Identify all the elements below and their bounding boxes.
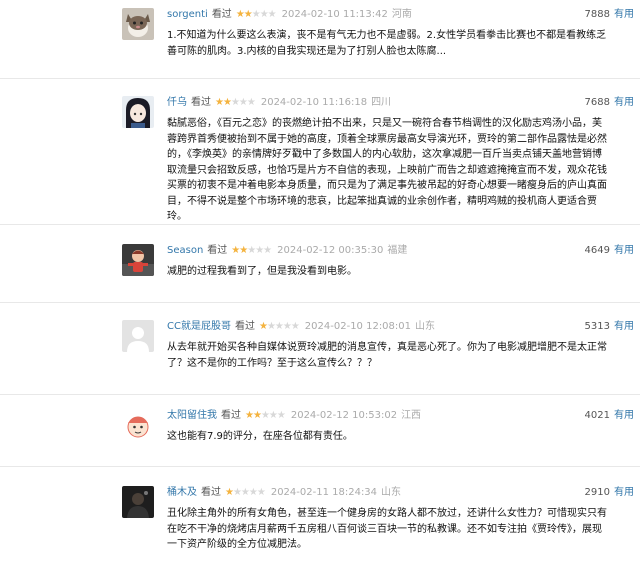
review-meta: 桶木及 看过 ★★★★★ 2024-02-11 18:24:34 山东 <box>167 486 401 500</box>
review-location: 河南 <box>391 9 412 20</box>
cartoon-doll-avatar-icon[interactable] <box>122 244 154 276</box>
useful-button[interactable]: 有用 <box>614 97 634 108</box>
useful-button[interactable]: 有用 <box>614 9 634 20</box>
review-meta: Season 看过 ★★★★★ 2024-02-12 00:35:30 福建 <box>167 244 407 258</box>
dark-photo-avatar-icon[interactable] <box>122 486 154 518</box>
review-text: 从去年就开始买各种自媒体说贾玲减肥的消息宣传，真是恶心死了。你为了电影减肥增肥不… <box>167 342 607 369</box>
rating-stars: ★★★★★ <box>225 487 266 498</box>
useful-button[interactable]: 有用 <box>614 410 634 421</box>
rating-stars: ★★★★★ <box>258 321 300 332</box>
watched-label: 看过 <box>201 487 221 498</box>
review-text: 减肥的过程我看到了，但是我没看到电影。 <box>167 266 357 277</box>
rating-stars: ★★★★★ <box>231 245 272 256</box>
review-time: 2024-02-12 10:53:02 <box>290 410 398 421</box>
review-text: 丑化除主角外的所有女角色，甚至连一个健身房的女路人都不放过，还讲什么女性力？可惜… <box>167 508 607 550</box>
anime-girl-avatar-icon[interactable] <box>122 96 154 128</box>
review-location: 山东 <box>415 321 436 332</box>
vote-box: 4649 有用 <box>585 244 634 258</box>
useful-button[interactable]: 有用 <box>614 321 634 332</box>
rating-stars: ★★★★★ <box>215 97 256 108</box>
username-link[interactable]: 仟乌 <box>167 96 187 110</box>
vote-count: 2910 <box>584 487 610 498</box>
useful-button[interactable]: 有用 <box>614 487 634 498</box>
watched-label: 看过 <box>221 410 241 421</box>
vote-box: 7888 有用 <box>585 8 634 22</box>
vote-count: 7688 <box>584 97 610 108</box>
review-text: 1.不知道为什么要这么表演，丧不是有气无力也不是虚弱。2.女性学员看拳击比赛也不… <box>167 30 607 57</box>
review-meta: CC就是屁股哥 看过 ★★★★★ 2024-02-10 12:08:01 山东 <box>167 320 435 334</box>
vote-box: 5313 有用 <box>585 320 634 334</box>
review-text: 这也能有7.9的评分，在座各位都有责任。 <box>167 431 353 442</box>
rating-stars: ★★★★★ <box>235 9 277 20</box>
username-link[interactable]: Season <box>167 244 203 258</box>
username-link[interactable]: CC就是屁股哥 <box>167 320 231 334</box>
divider <box>0 224 640 225</box>
review-location: 山东 <box>381 487 402 498</box>
review-time: 2024-02-10 11:13:42 <box>281 9 388 20</box>
watched-label: 看过 <box>191 97 211 108</box>
vote-box: 7688 有用 <box>585 96 634 110</box>
review-location: 福建 <box>387 245 408 256</box>
review-time: 2024-02-10 12:08:01 <box>304 321 412 332</box>
username-link[interactable]: 桶木及 <box>167 486 197 500</box>
watched-label: 看过 <box>207 245 228 256</box>
useful-button[interactable]: 有用 <box>614 245 634 256</box>
divider <box>0 78 640 79</box>
divider <box>0 466 640 467</box>
vote-box: 2910 有用 <box>585 486 634 500</box>
vote-count: 4021 <box>584 410 610 421</box>
review-time: 2024-02-10 11:16:18 <box>260 97 368 108</box>
divider <box>0 394 640 395</box>
default-user-avatar-icon[interactable] <box>122 320 154 352</box>
review-meta: 太阳留住我 看过 ★★★★★ 2024-02-12 10:53:02 江西 <box>167 409 421 423</box>
cat-avatar-icon[interactable] <box>122 8 154 40</box>
vote-count: 4649 <box>584 245 610 256</box>
review-text: 黏腻恶俗，《百元之恋》的丧燃绝计拍不出来，只是又一碗符合春节档调性的汉化励志鸡汤… <box>167 118 607 222</box>
vote-count: 7888 <box>584 9 610 20</box>
review-time: 2024-02-12 00:35:30 <box>277 245 384 256</box>
cartoon-face-avatar-icon[interactable] <box>122 409 154 441</box>
rating-stars: ★★★★★ <box>245 410 286 421</box>
review-location: 四川 <box>371 97 392 108</box>
watched-label: 看过 <box>211 9 232 20</box>
review-meta: sorgenti 看过 ★★★★★ 2024-02-10 11:13:42 河南 <box>167 8 412 22</box>
review-meta: 仟乌 看过 ★★★★★ 2024-02-10 11:16:18 四川 <box>167 96 391 110</box>
watched-label: 看过 <box>234 321 255 332</box>
username-link[interactable]: sorgenti <box>167 8 208 22</box>
username-link[interactable]: 太阳留住我 <box>167 409 217 423</box>
review-location: 江西 <box>401 410 422 421</box>
divider <box>0 302 640 303</box>
vote-count: 5313 <box>584 321 610 332</box>
vote-box: 4021 有用 <box>585 409 634 423</box>
review-time: 2024-02-11 18:24:34 <box>270 487 378 498</box>
